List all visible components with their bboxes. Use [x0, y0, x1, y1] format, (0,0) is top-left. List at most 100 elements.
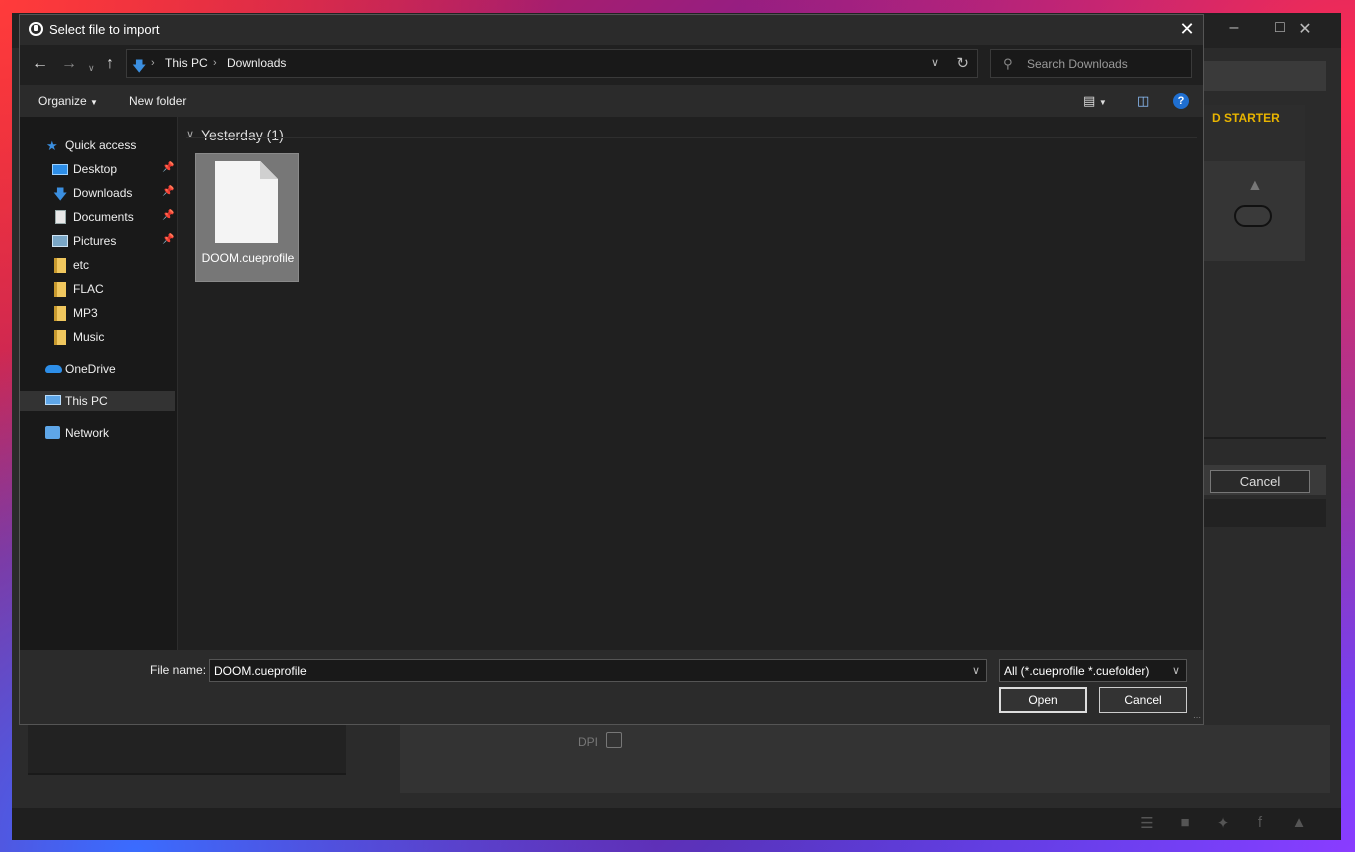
- pin-icon[interactable]: 📌: [162, 234, 174, 245]
- device-card-header: D STARTER: [1202, 105, 1305, 161]
- sidebar-item-quick-access[interactable]: ★ Quick access: [20, 135, 175, 155]
- cloud-icon: [45, 365, 62, 373]
- breadcrumb-this-pc[interactable]: This PC: [165, 56, 208, 70]
- device-card-title: D STARTER: [1212, 111, 1280, 125]
- navigation-bar: ← → ∨ ↑ 🡇 › This PC › Downloads ∨ ↻ ⚲: [20, 45, 1203, 85]
- sidebar-item-label: Quick access: [65, 138, 137, 152]
- sidebar-item-label: etc: [73, 258, 90, 272]
- sidebar-item-etc[interactable]: etc: [20, 255, 175, 275]
- forward-arrow-icon[interactable]: →: [61, 56, 77, 72]
- folder-icon: [54, 306, 66, 321]
- close-icon[interactable]: ✕: [1177, 19, 1197, 39]
- breadcrumb-separator-icon[interactable]: ›: [151, 57, 155, 69]
- chat-icon[interactable]: ■: [1174, 814, 1196, 831]
- cancel-button[interactable]: Cancel: [1099, 687, 1187, 713]
- command-toolbar: Organize ▼ New folder ▤ ▼ ◫ ?: [20, 85, 1203, 117]
- folder-icon: [54, 258, 66, 273]
- file-item-doom-cueprofile[interactable]: DOOM.cueprofile: [195, 153, 299, 282]
- select-file-dialog: Select file to import ✕ ← → ∨ ↑ 🡇 › This…: [19, 14, 1204, 725]
- network-icon: [45, 426, 60, 439]
- twitter-icon[interactable]: ✦: [1212, 814, 1234, 832]
- minimize-icon[interactable]: –: [1222, 19, 1246, 37]
- pin-icon[interactable]: 📌: [162, 210, 174, 221]
- file-name-value[interactable]: DOOM.cueprofile: [214, 664, 307, 678]
- facebook-icon[interactable]: f: [1249, 814, 1271, 831]
- search-icon: ⚲: [1003, 56, 1013, 71]
- address-bar[interactable]: 🡇 › This PC › Downloads ∨ ↻: [126, 49, 978, 78]
- chevron-down-icon: ▼: [90, 98, 98, 107]
- background-main-panel: DPI: [400, 725, 1330, 793]
- background-cancel-button[interactable]: Cancel: [1210, 470, 1310, 493]
- background-panel: [1202, 61, 1326, 91]
- back-arrow-icon[interactable]: ←: [32, 56, 48, 72]
- file-name-label: File name:: [150, 663, 207, 677]
- dialog-footer: File name: DOOM.cueprofile ∨ All (*.cuep…: [20, 650, 1203, 724]
- documents-icon: [55, 210, 66, 224]
- file-name-label: DOOM.cueprofile: [201, 251, 295, 265]
- sidebar-item-label: Music: [73, 330, 105, 344]
- background-divider: [1202, 437, 1326, 439]
- background-action-strip: Cancel: [1202, 465, 1326, 495]
- dpi-checkbox[interactable]: [606, 732, 622, 748]
- organize-label: Organize: [38, 94, 87, 108]
- sidebar-item-label: Documents: [73, 210, 134, 224]
- corsair-icon[interactable]: ▲: [1288, 814, 1310, 831]
- group-header-label: Yesterday (1): [201, 127, 284, 143]
- sidebar-item-label: Downloads: [73, 186, 133, 200]
- close-icon[interactable]: ✕: [1293, 19, 1317, 39]
- maximize-icon[interactable]: □: [1268, 19, 1292, 37]
- group-header-yesterday[interactable]: ∨ Yesterday (1): [186, 127, 284, 143]
- group-divider: [186, 137, 1197, 138]
- dialog-titlebar[interactable]: Select file to import ✕: [20, 15, 1203, 45]
- sidebar-item-this-pc[interactable]: This PC: [20, 391, 175, 411]
- navigation-pane: ★ Quick access Desktop 📌 🡇 Downloads 📌 D…: [20, 117, 178, 650]
- sidebar-item-onedrive[interactable]: OneDrive: [20, 359, 175, 379]
- sidebar-item-documents[interactable]: Documents 📌: [20, 207, 175, 227]
- app-icon: [29, 22, 43, 36]
- organize-button[interactable]: Organize ▼: [38, 94, 98, 108]
- resize-grip-icon[interactable]: ⋯: [1193, 713, 1201, 722]
- file-list-view[interactable]: ∨ Yesterday (1) DOOM.cueprofile: [178, 117, 1203, 650]
- search-input[interactable]: [1027, 51, 1187, 76]
- file-name-field[interactable]: DOOM.cueprofile ∨: [209, 659, 987, 682]
- file-type-select[interactable]: All (*.cueprofile *.cuefolder) ∨: [999, 659, 1187, 682]
- device-oval-icon: [1234, 205, 1272, 227]
- folder-icon: [54, 282, 66, 297]
- folder-icon: [54, 330, 66, 345]
- sidebar-item-flac[interactable]: FLAC: [20, 279, 175, 299]
- sidebar-item-label: Desktop: [73, 162, 118, 176]
- view-options-icon[interactable]: ▤ ▼: [1083, 93, 1107, 109]
- computer-icon: [45, 395, 61, 405]
- recent-chevron-icon[interactable]: ∨: [88, 60, 95, 76]
- sidebar-item-desktop[interactable]: Desktop 📌: [20, 159, 175, 179]
- breadcrumb-downloads[interactable]: Downloads: [227, 56, 286, 70]
- sidebar-item-label: This PC: [65, 394, 108, 408]
- open-button[interactable]: Open: [999, 687, 1087, 713]
- sidebar-item-mp3[interactable]: MP3: [20, 303, 175, 323]
- sidebar-item-label: MP3: [73, 306, 98, 320]
- help-icon[interactable]: ?: [1173, 93, 1189, 109]
- up-arrow-icon[interactable]: ↑: [106, 56, 114, 72]
- pin-icon[interactable]: 📌: [162, 162, 174, 173]
- dialog-title: Select file to import: [49, 22, 160, 37]
- sidebar-item-music[interactable]: Music: [20, 327, 175, 347]
- community-icon[interactable]: ☰: [1136, 814, 1158, 832]
- sidebar-item-pictures[interactable]: Pictures 📌: [20, 231, 175, 251]
- background-device-card[interactable]: D STARTER ▲: [1202, 105, 1305, 261]
- downloads-icon: 🡇: [53, 186, 68, 202]
- address-dropdown-icon[interactable]: ∨: [931, 56, 939, 69]
- sidebar-item-downloads[interactable]: 🡇 Downloads 📌: [20, 183, 175, 203]
- search-box[interactable]: ⚲: [990, 49, 1192, 78]
- refresh-icon[interactable]: ↻: [956, 54, 969, 72]
- chevron-down-icon[interactable]: ∨: [972, 664, 980, 677]
- background-strip: [1202, 499, 1326, 527]
- file-type-value: All (*.cueprofile *.cuefolder): [1004, 664, 1150, 678]
- sidebar-item-network[interactable]: Network: [20, 423, 175, 443]
- sidebar-item-label: Pictures: [73, 234, 117, 248]
- breadcrumb-separator-icon[interactable]: ›: [213, 57, 217, 69]
- chevron-down-icon[interactable]: ∨: [1172, 664, 1180, 677]
- new-folder-button[interactable]: New folder: [129, 94, 186, 108]
- preview-pane-icon[interactable]: ◫: [1137, 93, 1149, 109]
- chevron-down-icon[interactable]: ∨: [186, 128, 194, 141]
- pin-icon[interactable]: 📌: [162, 186, 174, 197]
